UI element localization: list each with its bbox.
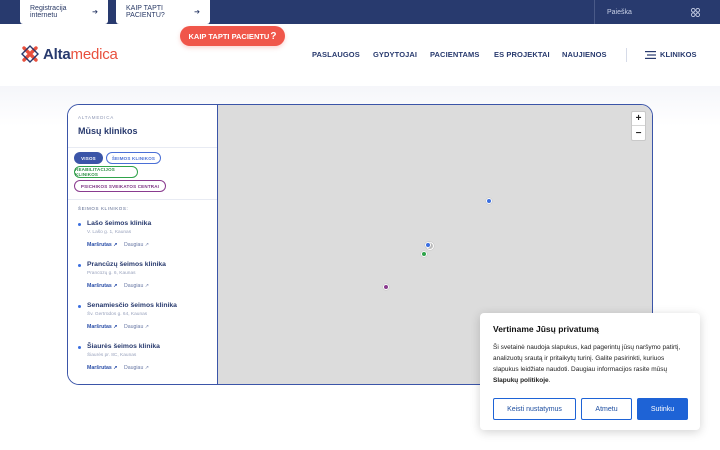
clinic-address: V. Lašo g. 1, Kaunas	[87, 230, 132, 235]
clinic-more-link[interactable]: Daugiau ↗	[124, 283, 149, 289]
list-item[interactable]: Lašo šeimos klinika V. Lašo g. 1, Kaunas…	[78, 220, 210, 260]
filter-family-clinics[interactable]: ŠEIMOS KLINIKOS	[106, 152, 161, 164]
sidebar-divider	[68, 199, 217, 200]
list-item[interactable]: Senamiesčio šeimos klinika Šv. Gertrūdos…	[78, 302, 210, 342]
cookie-body-text: Ši svetainė naudoja slapukus, kad pageri…	[493, 344, 681, 373]
nav-pacientams[interactable]: PACIENTAMS	[430, 50, 479, 59]
cookie-settings-button[interactable]: Keisti nustatymus	[493, 398, 576, 420]
clinic-route-link[interactable]: Maršrutas ↗	[87, 324, 118, 330]
search-icon[interactable]	[691, 8, 700, 17]
altamedica-logo[interactable]: Altamedica	[20, 44, 118, 64]
clinic-more-link[interactable]: Daugiau ↗	[124, 365, 149, 371]
menu-lines-icon[interactable]	[645, 51, 656, 59]
clinic-address: Šiaurės pr. 8C, Kaunas	[87, 353, 137, 358]
clinic-name[interactable]: Lašo šeimos klinika	[87, 220, 151, 227]
nav-gydytojai[interactable]: GYDYTOJAI	[373, 50, 417, 59]
map-marker-family[interactable]	[486, 198, 492, 204]
search-area[interactable]: Paieška	[594, 0, 720, 24]
clinic-dot-icon	[78, 264, 81, 267]
map-marker-family[interactable]	[425, 242, 431, 248]
filter-all[interactable]: VISOS	[74, 152, 103, 164]
how-to-become-patient-label: KAIP TAPTI PACIENTU?	[126, 5, 165, 19]
filter-rehab-clinics[interactable]: REABILITACIJOS KLINIKOS	[74, 166, 138, 178]
clinic-route-link[interactable]: Maršrutas ↗	[87, 365, 118, 371]
filter-mental-health[interactable]: PSICHIKOS SVEIKATOS CENTRAI	[74, 180, 166, 192]
clinic-dot-icon	[78, 346, 81, 349]
clinic-name[interactable]: Senamiesčio šeimos klinika	[87, 302, 177, 309]
list-item[interactable]: Prancūzų šeimos klinika Prancūzų g. 6, K…	[78, 261, 210, 301]
category-heading: ŠEIMOS KLINIKOS:	[78, 206, 129, 211]
register-online-tab[interactable]: Registracija internetu ➔	[20, 0, 108, 24]
clinic-name[interactable]: Prancūzų šeimos klinika	[87, 261, 166, 268]
nav-paslaugos[interactable]: PASLAUGOS	[312, 50, 360, 59]
cookie-accept-button[interactable]: Sutinku	[637, 398, 688, 420]
nav-naujienos[interactable]: NAUJIENOS	[562, 50, 607, 59]
logo-text: Altamedica	[43, 45, 118, 63]
arrow-right-icon: ➔	[92, 9, 98, 16]
sidebar-divider	[68, 147, 217, 148]
become-patient-label: KAIP TAPTI PACIENTU	[188, 31, 270, 41]
clinic-more-link[interactable]: Daugiau ↗	[124, 242, 149, 248]
register-online-label: Registracija internetu	[30, 5, 67, 19]
zoom-in-button[interactable]: +	[632, 112, 645, 126]
map-zoom-control: + −	[631, 111, 646, 141]
clinic-route-link[interactable]: Maršrutas ↗	[87, 242, 118, 248]
cookie-title: Vertiname Jūsų privatumą	[493, 324, 599, 334]
clinic-more-link[interactable]: Daugiau ↗	[124, 324, 149, 330]
nav-divider	[626, 48, 627, 62]
nav-klinikos[interactable]: KLINIKOS	[660, 50, 697, 59]
question-mark: ?	[270, 30, 277, 42]
logo-cross-icon	[21, 45, 39, 63]
clinic-route-link[interactable]: Maršrutas ↗	[87, 283, 118, 289]
sidebar-title: Mūsų klinikos	[78, 126, 138, 136]
clinic-name[interactable]: Šiaurės šeimos klinika	[87, 343, 160, 350]
clinic-address: Šv. Gertrūdos g. 64, Kaunas	[87, 312, 148, 317]
arrow-right-icon: ➔	[194, 9, 200, 16]
list-item[interactable]: Šiaurės šeimos klinika Šiaurės pr. 8C, K…	[78, 343, 210, 383]
how-to-become-patient-tab[interactable]: KAIP TAPTI PACIENTU? ➔	[116, 0, 210, 24]
clinic-dot-icon	[78, 223, 81, 226]
top-bar: Registracija internetu ➔ KAIP TAPTI PACI…	[0, 0, 720, 24]
cookie-consent-dialog: Vertiname Jūsų privatumą Ši svetainė nau…	[480, 313, 700, 430]
sidebar-brand: ALTAMEDICA	[78, 115, 115, 120]
cookie-policy-link[interactable]: Slapukų politikoje	[493, 377, 549, 384]
zoom-out-button[interactable]: −	[632, 126, 645, 140]
clinic-dot-icon	[78, 305, 81, 308]
cookie-body-end: .	[548, 377, 551, 384]
nav-es-projektai[interactable]: ES PROJEKTAI	[494, 50, 550, 59]
map-marker-rehab[interactable]	[421, 251, 427, 257]
cookie-body: Ši svetainė naudoja slapukus, kad pageri…	[493, 342, 689, 386]
clinics-sidebar: ALTAMEDICA Mūsų klinikos VISOS ŠEIMOS KL…	[68, 105, 218, 384]
search-input[interactable]: Paieška	[607, 9, 632, 16]
clinic-address: Prancūzų g. 6, Kaunas	[87, 271, 136, 276]
main-navbar: Altamedica KAIP TAPTI PACIENTU? PASLAUGO…	[0, 24, 720, 86]
cookie-reject-button[interactable]: Atmetu	[581, 398, 632, 420]
become-patient-button[interactable]: KAIP TAPTI PACIENTU?	[180, 26, 285, 46]
map-marker-mental[interactable]	[383, 284, 389, 290]
